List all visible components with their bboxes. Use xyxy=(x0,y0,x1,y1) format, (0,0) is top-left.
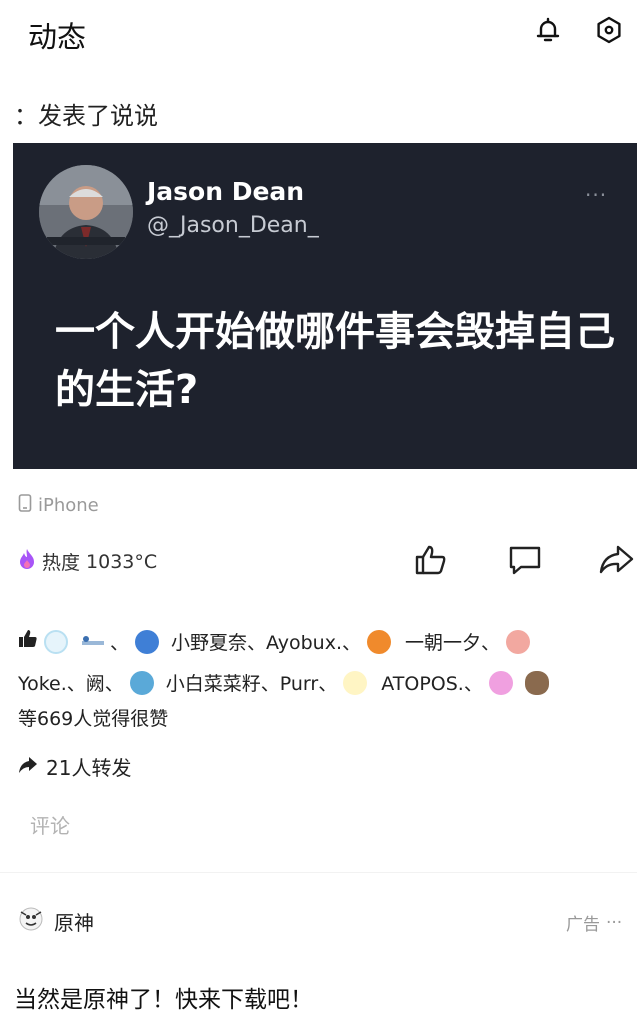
liker-names[interactable]: Yoke.、阙、 xyxy=(18,669,124,696)
tweet-card-image[interactable]: Jason Dean @_Jason_Dean_ ··· 一个人开始做哪件事会毁… xyxy=(13,143,637,469)
page-title: 动态 xyxy=(28,20,87,54)
liker-avatar[interactable] xyxy=(366,629,391,654)
liker-names[interactable]: 小白菜菜籽、Purr、 xyxy=(166,669,337,696)
genshin-logo-icon xyxy=(18,906,44,937)
ad-tag[interactable]: 广告 ··· xyxy=(566,910,623,936)
liker-avatar[interactable] xyxy=(129,670,154,695)
divider xyxy=(0,872,637,873)
likes-summary[interactable]: 等669人觉得很赞 xyxy=(18,704,168,731)
likes-line-2: Yoke.、阙、 小白菜菜籽、Purr、 ATOPOS.、 xyxy=(18,669,555,696)
ad-text: 当然是原神了！快来下载吧！ xyxy=(14,987,313,1013)
post-subtitle: ：发表了说说 xyxy=(14,102,158,130)
more-icon: ··· xyxy=(606,912,623,933)
likes-line-1: 、 小野夏奈、Ayobux.、 一朝一夕、 xyxy=(18,628,536,655)
notification-bell-icon[interactable] xyxy=(530,12,566,48)
tweet-author-handle: @_Jason_Dean_ xyxy=(147,213,319,238)
repost-label: 21人转发 xyxy=(46,756,132,780)
ad-tag-label: 广告 xyxy=(566,915,600,935)
tweet-text: 一个人开始做哪件事会毁掉自己的生活? xyxy=(55,309,615,413)
device-label: iPhone xyxy=(38,495,99,516)
comment-input[interactable]: 评论 xyxy=(30,810,70,839)
comment-icon[interactable] xyxy=(503,538,547,582)
heat-label: 热度 xyxy=(42,552,81,574)
liker-avatar[interactable] xyxy=(44,629,68,654)
phone-icon xyxy=(18,494,32,517)
settings-hexagon-icon[interactable] xyxy=(591,12,627,48)
repost-arrow-icon xyxy=(18,755,38,779)
liker-names[interactable]: 一朝一夕、 xyxy=(405,628,500,655)
liker-avatar[interactable] xyxy=(135,629,160,654)
flame-icon xyxy=(18,548,36,575)
ad-header[interactable]: 原神 xyxy=(18,906,94,937)
repost-count[interactable]: 21人转发 xyxy=(18,752,131,781)
like-icon[interactable] xyxy=(409,538,453,582)
liker-names[interactable]: ATOPOS.、 xyxy=(381,669,483,696)
liker-avatar[interactable] xyxy=(524,670,549,695)
device-source: iPhone xyxy=(18,494,99,517)
liker-avatar[interactable] xyxy=(80,631,104,653)
tweet-more-icon: ··· xyxy=(585,183,608,207)
liker-avatar[interactable] xyxy=(343,670,368,695)
tweet-author-avatar xyxy=(39,165,133,259)
thumbs-up-icon xyxy=(18,629,38,654)
liker-avatar[interactable] xyxy=(488,670,513,695)
heat-value: 1033°C xyxy=(86,550,158,573)
liker-avatar[interactable] xyxy=(506,629,530,654)
separator: 、 xyxy=(110,632,130,654)
heat-indicator: 热度 1033°C xyxy=(18,548,157,575)
share-icon[interactable] xyxy=(596,538,636,582)
ad-name: 原神 xyxy=(54,911,94,935)
liker-names[interactable]: 小野夏奈、Ayobux.、 xyxy=(171,628,361,655)
tweet-author-name: Jason Dean xyxy=(147,177,305,206)
